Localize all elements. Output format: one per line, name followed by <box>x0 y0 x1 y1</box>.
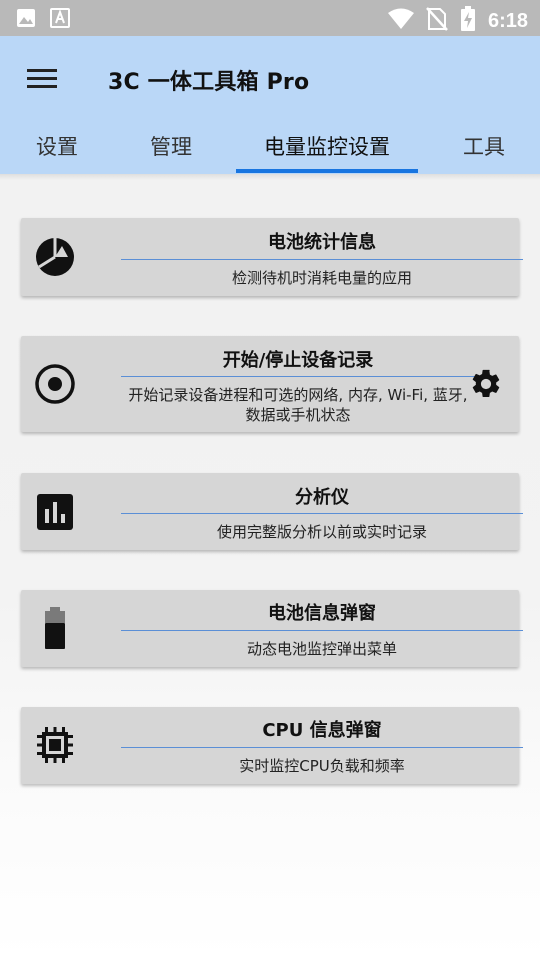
tab-bar: 设置 管理 电量监控设置 工具 <box>0 120 540 174</box>
battery-stats-card[interactable]: 电池统计信息 检测待机时消耗电量的应用 <box>21 218 523 296</box>
font-icon <box>50 8 70 32</box>
tab-tools[interactable]: 工具 <box>428 120 540 174</box>
tab-manage[interactable]: 管理 <box>114 120 228 174</box>
card-description: 动态电池监控弹出菜单 <box>246 640 397 658</box>
active-tab-indicator <box>236 169 418 173</box>
cpu-popup-card[interactable]: CPU 信息弹窗 实时监控CPU负载和频率 <box>21 707 523 784</box>
status-bar: 6:18 <box>0 0 540 36</box>
card-description: 使用完整版分析以前或实时记录 <box>216 523 427 541</box>
tab-battery-monitor-settings[interactable]: 电量监控设置 <box>236 120 418 174</box>
battery-icon <box>33 606 77 650</box>
gear-icon[interactable] <box>469 367 503 401</box>
battery-charging-icon <box>460 6 476 36</box>
menu-icon[interactable] <box>20 60 64 96</box>
card-description: 实时监控CPU负载和频率 <box>239 757 405 775</box>
card-title: CPU 信息弹窗 <box>262 720 382 741</box>
no-sim-icon <box>426 7 448 35</box>
status-time: 6:18 <box>487 9 528 32</box>
card-description: 检测待机时消耗电量的应用 <box>231 269 412 287</box>
tab-settings[interactable]: 设置 <box>0 120 114 174</box>
card-title: 电池信息弹窗 <box>268 603 376 624</box>
wifi-icon <box>387 8 414 34</box>
cpu-chip-icon <box>33 723 77 767</box>
bar-chart-icon <box>33 490 77 534</box>
image-icon <box>16 8 36 32</box>
card-title: 分析仪 <box>295 487 349 508</box>
card-description-line2: 数据或手机状态 <box>245 406 351 424</box>
card-title: 开始/停止设备记录 <box>222 350 374 371</box>
app-title: 3C 一体工具箱 Pro <box>108 70 310 95</box>
card-description-line1: 开始记录设备进程和可选的网络, 内存, Wi-Fi, 蓝牙, <box>128 386 468 404</box>
device-record-card[interactable]: 开始/停止设备记录 开始记录设备进程和可选的网络, 内存, Wi-Fi, 蓝牙,… <box>21 336 519 432</box>
record-icon <box>33 362 77 406</box>
card-title: 电池统计信息 <box>268 232 376 253</box>
battery-popup-card[interactable]: 电池信息弹窗 动态电池监控弹出菜单 <box>21 590 523 667</box>
analyzer-card[interactable]: 分析仪 使用完整版分析以前或实时记录 <box>21 473 523 550</box>
pie-chart-icon <box>33 235 77 279</box>
app-bar: 3C 一体工具箱 Pro <box>0 36 540 120</box>
